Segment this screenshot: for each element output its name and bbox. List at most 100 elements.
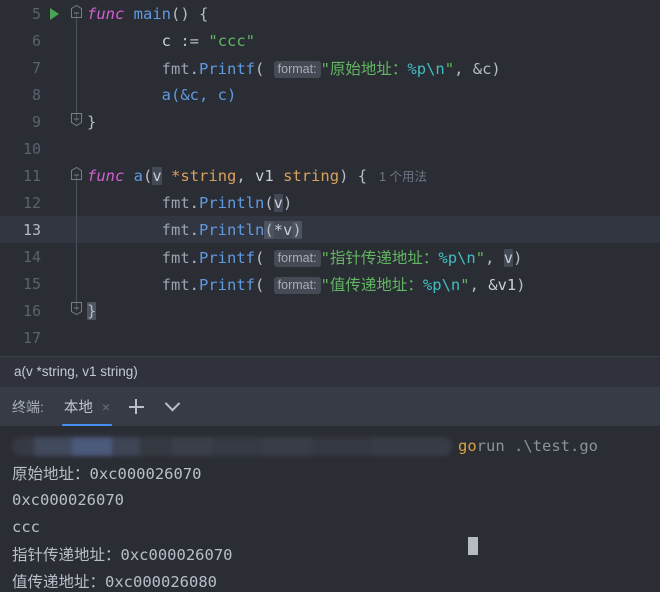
line-number: 12 [22, 193, 41, 212]
token-bracket-open-matched: ( [264, 220, 274, 239]
token-method-println: Println [199, 220, 265, 239]
token-method-printf: Printf [199, 59, 255, 78]
code-line[interactable]: 10 [0, 135, 660, 162]
code-line[interactable]: 15 fmt.Printf( format: "值传递地址：%p\n", &v1) [0, 270, 660, 297]
fold-marker [69, 135, 85, 162]
terminal-command-line: go run .\test.go [12, 432, 660, 459]
code-line[interactable]: 12 fmt.Println(v) [0, 189, 660, 216]
fold-marker[interactable] [69, 297, 85, 324]
token-format-specifier: %p\n [438, 248, 476, 267]
fold-marker [69, 81, 85, 108]
token-arg-v: v [273, 193, 284, 212]
fold-marker[interactable] [69, 162, 85, 189]
usage-hint[interactable]: 1 个用法 [367, 170, 427, 184]
fold-marker [69, 270, 85, 297]
new-terminal-button[interactable] [122, 393, 150, 421]
token-var-c: c [161, 31, 171, 50]
code-text: fmt.Printf( format: "原始地址：%p\n", &c) [161, 59, 501, 78]
token-pkg-fmt: fmt [161, 59, 190, 78]
token-pkg-fmt: fmt [161, 220, 190, 239]
token-pkg-fmt: fmt [161, 275, 190, 294]
token-call-a: a(&c, c) [161, 85, 237, 104]
token-op-assign: := [180, 31, 200, 50]
fold-collapse-icon[interactable] [70, 167, 83, 183]
terminal-cmd-go: go [458, 436, 477, 455]
token-format-specifier: %p\n [422, 275, 461, 294]
token-pkg-fmt: fmt [161, 193, 190, 212]
plus-icon [128, 399, 144, 414]
code-text: fmt.Println(v) [161, 193, 293, 212]
terminal-output-line: 指针传递地址：0xc000026070 [12, 545, 233, 564]
terminal-title: 终端: [12, 398, 44, 415]
code-line[interactable]: 11 func a(v *string, v1 string) {1 个用法 [0, 162, 660, 189]
token-arg-v: v [503, 248, 514, 267]
token-type-ptr-string: *string [171, 167, 237, 185]
code-line[interactable]: 14 fmt.Printf( format: "指针传递地址：%p\n", v) [0, 243, 660, 270]
code-text: fmt.Printf( format: "值传递地址：%p\n", &v1) [161, 275, 526, 294]
terminal-output-line: 原始地址：0xc000026070 [12, 464, 202, 483]
terminal-options-button[interactable] [158, 393, 186, 421]
fold-marker [69, 243, 85, 270]
code-line[interactable]: 9 } [0, 108, 660, 135]
terminal-output-line: 0xc000026070 [12, 490, 124, 509]
terminal-tab-bar: 终端: 本地 × [0, 386, 660, 427]
line-number: 15 [22, 274, 41, 293]
fold-marker [69, 324, 85, 351]
code-text: fmt.Printf( format: "指针传递地址：%p\n", v) [161, 248, 523, 267]
token-method-printf: Printf [199, 248, 255, 267]
code-line[interactable]: 7 fmt.Printf( format: "原始地址：%p\n", &c) [0, 54, 660, 81]
param-hint-format: format: [273, 249, 321, 267]
terminal-cmd-args: run .\test.go [476, 436, 598, 455]
close-icon[interactable]: × [102, 399, 110, 415]
line-number: 6 [31, 31, 41, 50]
param-hint-format: format: [273, 276, 321, 294]
fold-marker [69, 189, 85, 216]
line-number: 13 [22, 220, 41, 239]
fold-marker[interactable] [69, 0, 85, 27]
token-string-ccc: "ccc" [208, 31, 256, 50]
token-main-tail: () { [171, 4, 209, 23]
code-line[interactable]: 5 func main() { [0, 0, 660, 27]
code-line[interactable]: 16 } [0, 297, 660, 324]
token-arg-deref-v: *v [273, 220, 293, 239]
fold-marker[interactable] [69, 108, 85, 135]
code-text: c := "ccc" [85, 32, 255, 50]
breadcrumb-label: a(v *string, v1 string) [14, 364, 138, 379]
redacted-prompt-path [12, 437, 452, 456]
terminal-panel: 终端: 本地 × go run .\test.go 原始地址：0xc000026… [0, 386, 660, 592]
token-param-v: v [152, 167, 162, 185]
fold-marker [69, 54, 85, 81]
token-string-open: "原始地址： [320, 59, 408, 78]
code-text: fmt.Println(*v) [161, 220, 302, 239]
terminal-output-line: 值传递地址：0xc000026080 [12, 572, 217, 591]
chevron-down-icon [164, 395, 180, 412]
line-number: 5 [31, 4, 41, 23]
code-line-active[interactable]: 13 fmt.Println(*v) [0, 216, 660, 243]
code-editor[interactable]: 5 func main() { 6 c := "ccc" 7 fmt.Print… [0, 0, 660, 356]
code-line[interactable]: 17 [0, 324, 660, 351]
fold-collapse-icon[interactable] [70, 5, 83, 21]
terminal-tab-local[interactable]: 本地 × [60, 387, 114, 427]
fold-collapse-end-icon[interactable] [70, 113, 83, 129]
code-text: a(&c, c) [85, 85, 237, 104]
terminal-output[interactable]: go run .\test.go 原始地址：0xc000026070 0xc00… [0, 426, 660, 592]
token-string-close: " [460, 275, 470, 294]
token-arg-addr-v1: &v1 [488, 275, 517, 294]
fold-marker [69, 27, 85, 54]
fold-marker [69, 216, 85, 243]
fold-collapse-end-icon[interactable] [70, 302, 83, 318]
ide-window: 5 func main() { 6 c := "ccc" 7 fmt.Print… [0, 0, 660, 592]
code-line[interactable]: 8 a(&c, c) [0, 81, 660, 108]
breadcrumb[interactable]: a(v *string, v1 string) [0, 356, 660, 386]
token-method-println: Println [199, 193, 265, 212]
line-number: 7 [31, 58, 41, 77]
line-number: 16 [22, 301, 41, 320]
token-pkg-fmt: fmt [161, 248, 190, 267]
token-args: , &c) [454, 59, 501, 78]
token-string-open: "值传递地址： [320, 275, 423, 294]
token-string-close: " [444, 59, 455, 78]
code-line[interactable]: 6 c := "ccc" [0, 27, 660, 54]
token-method-printf: Printf [199, 275, 255, 294]
